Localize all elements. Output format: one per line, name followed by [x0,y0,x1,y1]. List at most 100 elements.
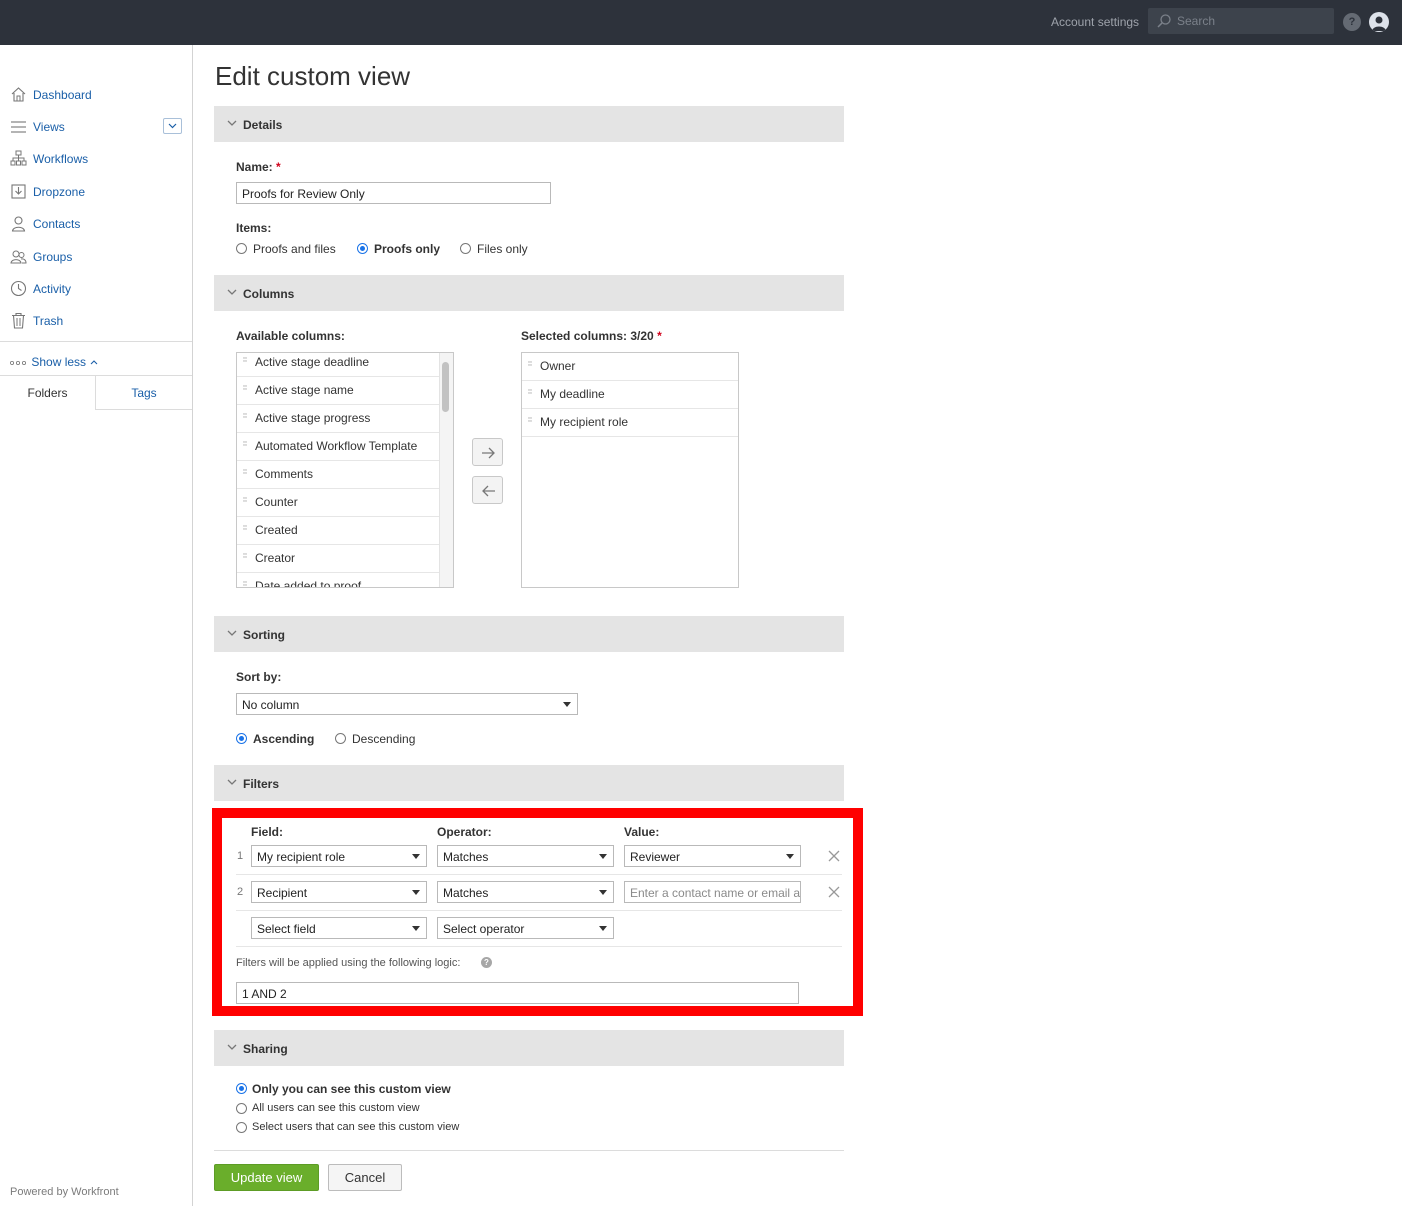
drag-handle-icon [528,361,532,366]
list-item[interactable]: Comments [237,461,440,489]
sidebar-item-dashboard[interactable]: Dashboard [0,81,192,109]
show-less-label: Show less [31,355,87,369]
views-dropdown-toggle[interactable] [163,118,182,134]
sidebar-tabs: Folders Tags [0,376,192,410]
remove-column-button[interactable] [472,476,503,504]
list-item[interactable]: Owner [522,353,738,381]
list-item[interactable]: Automated Workflow Template [237,433,440,461]
list-item[interactable]: Active stage name [237,377,440,405]
tab-folders[interactable]: Folders [0,376,95,410]
section-title: Sharing [243,1042,288,1056]
chevron-down-icon [227,120,237,126]
items-label: Items: [236,221,272,235]
list-item[interactable]: Active stage deadline [237,353,440,377]
radio-descending[interactable] [335,733,346,744]
radio-label: Files only [477,242,528,256]
sidebar-item-label: Trash [33,314,64,328]
account-settings-link[interactable]: Account settings [1051,15,1139,29]
arrow-left-icon [482,485,495,497]
sidebar-item-label: Activity [33,282,72,296]
search-input[interactable]: Search [1148,8,1334,34]
list-item[interactable]: My deadline [522,381,738,409]
contact-icon [11,216,26,232]
home-icon [11,87,26,102]
required-mark: * [657,329,662,343]
list-item[interactable]: Date added to proof [237,573,440,587]
required-mark: * [276,160,281,174]
sidebar-item-label: Dashboard [33,88,92,102]
clock-icon [10,280,27,297]
section-header-details[interactable]: Details [214,106,844,142]
available-columns-list[interactable]: Active stage deadline Active stage name … [236,352,454,588]
radio-all-users[interactable] [236,1103,247,1114]
help-icon[interactable]: ? [1343,13,1361,31]
radio-label: Select users that can see this custom vi… [252,1121,460,1133]
update-view-button[interactable]: Update view [214,1164,319,1191]
radio-label: Proofs only [374,242,441,256]
show-less-toggle[interactable]: Show less [9,355,99,369]
sidebar-item-contacts[interactable]: Contacts [0,210,192,238]
list-icon [11,121,26,133]
section-header-filters[interactable]: Filters [214,765,844,801]
more-dots-icon [9,360,26,365]
drag-handle-icon [243,413,247,418]
name-field[interactable]: Proofs for Review Only [236,182,551,204]
sidebar-item-dropzone[interactable]: Dropzone [0,178,192,206]
drag-handle-icon [243,357,247,362]
selected-columns-list[interactable]: Owner My deadline My recipient role [521,352,739,588]
section-header-columns[interactable]: Columns [214,275,844,311]
list-item[interactable]: Creator [237,545,440,573]
drag-handle-icon [243,525,247,530]
scrollbar-thumb[interactable] [442,362,449,412]
radio-proofs-only[interactable] [357,243,368,254]
dropzone-icon [11,184,26,199]
chevron-down-icon [227,1044,237,1050]
arrow-right-icon [482,447,495,459]
list-item[interactable]: My recipient role [522,409,738,437]
sidebar-item-label: Workflows [33,152,89,166]
radio-label: Descending [352,732,416,746]
drag-handle-icon [243,469,247,474]
radio-label: All users can see this custom view [252,1102,420,1114]
radio-label: Only you can see this custom view [252,1082,451,1096]
trash-icon [12,312,25,329]
name-label: Name: * [236,160,281,174]
list-item[interactable]: Active stage progress [237,405,440,433]
top-bar: Account settings Search ? [0,0,1402,45]
cancel-button[interactable]: Cancel [328,1164,402,1191]
avatar[interactable] [1369,12,1389,32]
chevron-down-icon [227,289,237,295]
radio-select-users[interactable] [236,1122,247,1133]
radio-ascending[interactable] [236,733,247,744]
tab-tags[interactable]: Tags [95,376,192,410]
section-title: Sorting [243,628,285,642]
page-title: Edit custom view [215,61,411,91]
radio-proofs-and-files[interactable] [236,243,247,254]
drag-handle-icon [243,553,247,558]
drag-handle-icon [243,497,247,502]
radio-files-only[interactable] [460,243,471,254]
drag-handle-icon [528,389,532,394]
list-item[interactable]: Created [237,517,440,545]
sort-by-select[interactable]: No column [236,693,578,715]
add-column-button[interactable] [472,438,503,466]
sidebar-item-workflows[interactable]: Workflows [0,145,192,173]
sidebar-item-trash[interactable]: Trash [0,307,192,335]
radio-label: Proofs and files [253,242,336,256]
section-header-sorting[interactable]: Sorting [214,616,844,652]
sidebar-item-label: Dropzone [33,185,86,199]
sidebar-item-groups[interactable]: Groups [0,243,192,271]
sidebar-item-label: Contacts [33,217,81,231]
list-item[interactable]: Counter [237,489,440,517]
section-header-sharing[interactable]: Sharing [214,1030,844,1066]
radio-only-you[interactable] [236,1083,247,1094]
chevron-down-icon [227,630,237,636]
drag-handle-icon [243,441,247,446]
chevron-up-icon [91,360,98,365]
search-placeholder: Search [1177,14,1216,28]
powered-by: Powered by Workfront [10,1186,119,1198]
actions-divider [214,1150,844,1151]
sidebar-item-activity[interactable]: Activity [0,275,192,303]
sort-by-label: Sort by: [236,670,282,684]
chevron-down-icon [227,779,237,785]
